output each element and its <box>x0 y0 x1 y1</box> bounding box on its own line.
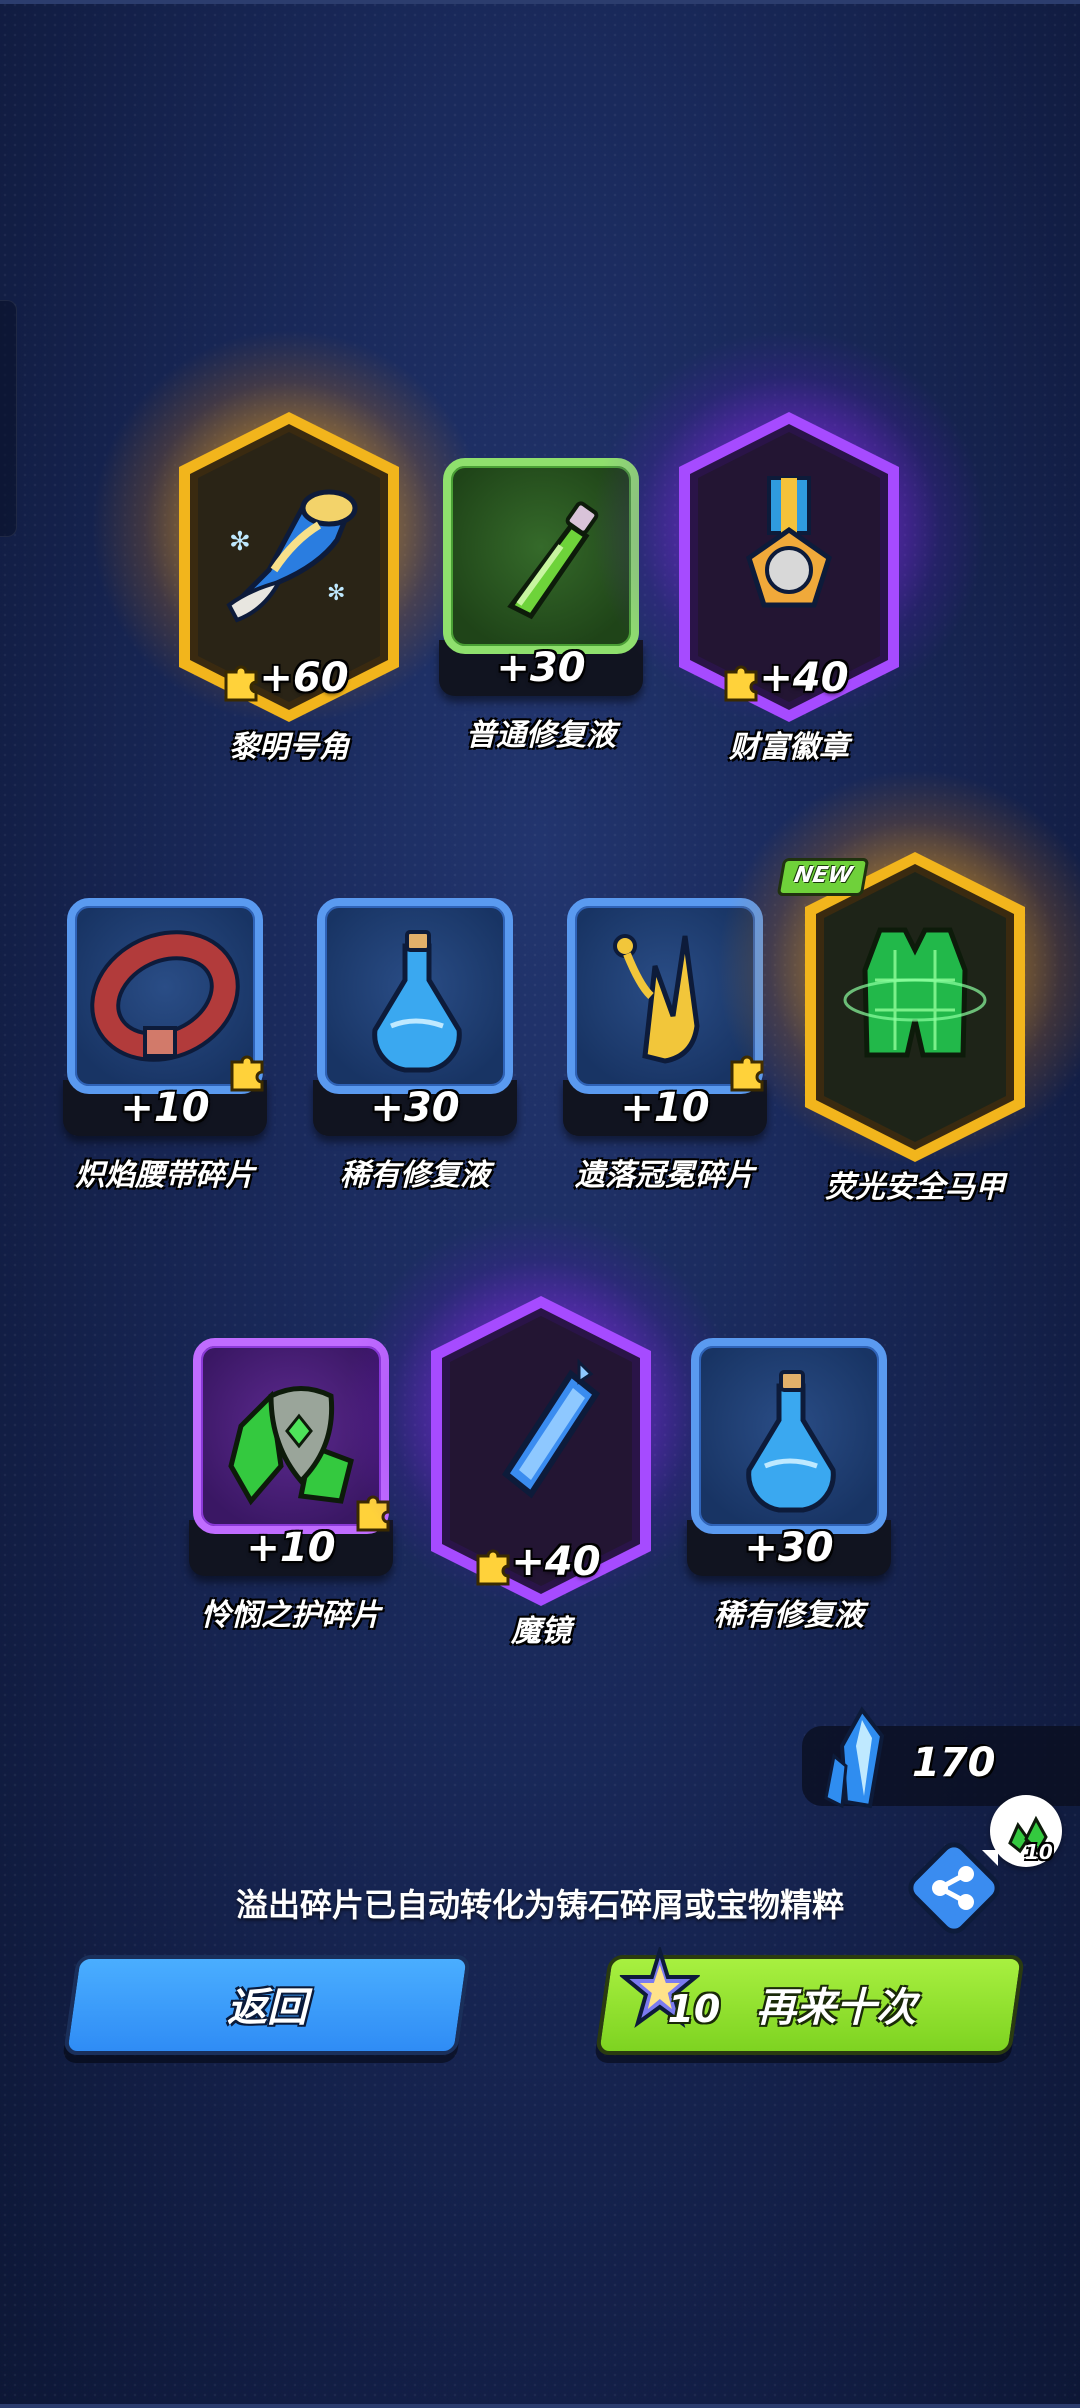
reward-card-glow-vest[interactable]: NEW 荧光安全马甲 <box>710 762 1080 1205</box>
shard-puzzle-icon <box>356 1495 390 1532</box>
shield-gem-icon <box>228 1386 354 1506</box>
reward-amount: +10 <box>620 1085 710 1131</box>
reward-amount: +30 <box>744 1525 834 1571</box>
belt-icon <box>90 930 240 1062</box>
shard-puzzle-icon <box>730 1055 764 1092</box>
back-button[interactable]: 返回 <box>62 1955 472 2055</box>
top-strip <box>0 0 1080 4</box>
svg-text:✻: ✻ <box>327 581 345 606</box>
reward-amount: +30 <box>496 645 586 691</box>
reward-amount: +30 <box>370 1085 460 1131</box>
reward-amount: +10 <box>246 1525 336 1571</box>
horn-icon: ✻ ✻ <box>226 489 358 623</box>
reward-card-rare-repair[interactable]: +30 稀有修复液 <box>300 858 530 1198</box>
mirror-icon <box>502 1358 600 1499</box>
currency-value: 170 <box>912 1740 996 1786</box>
draw-cost: 10 <box>667 1987 721 2031</box>
new-badge: NEW <box>776 858 870 896</box>
reward-card-lost-crown[interactable]: +10 遗落冠冕碎片 <box>550 858 780 1198</box>
shard-puzzle-icon <box>230 1055 264 1092</box>
medal-icon <box>746 476 832 608</box>
reward-amount: +40 <box>759 655 849 701</box>
currency-display: 170 <box>802 1706 1080 1809</box>
bubble-count: 10 <box>1025 1840 1053 1864</box>
reward-name: 荧光安全马甲 <box>825 1170 1005 1205</box>
reward-card-common-repair[interactable]: +30 普通修复液 <box>426 418 656 758</box>
bubble-tail <box>982 1850 998 1866</box>
side-tab[interactable] <box>0 300 17 537</box>
crystal-icon <box>824 1706 885 1809</box>
potion-icon <box>507 501 599 620</box>
reward-card-wealth-medal[interactable]: +40 财富徽章 <box>584 322 994 765</box>
reward-card-flame-belt[interactable]: +10 炽焰腰带碎片 <box>50 858 280 1198</box>
bottom-strip <box>0 2404 1080 2408</box>
potion-icon <box>746 1370 836 1513</box>
reward-amount: +40 <box>511 1539 601 1585</box>
crown-icon <box>613 934 700 1064</box>
reward-amount: +60 <box>259 655 349 701</box>
reward-card-magic-mirror[interactable]: +40 魔镜 <box>336 1206 746 1649</box>
vest-icon <box>843 927 987 1058</box>
reward-name: 财富徽章 <box>729 730 849 765</box>
reward-name: 稀有修复液 <box>714 1598 864 1633</box>
reward-card-mercy-guard[interactable]: +10 怜悯之护碎片 <box>176 1298 406 1638</box>
potion-icon <box>372 930 462 1073</box>
draw-ten-again-button[interactable]: 10 再来十次 <box>594 1947 1026 2055</box>
reward-card-rare-repair-2[interactable]: +30 稀有修复液 <box>674 1298 904 1638</box>
svg-text:✻: ✻ <box>229 527 251 557</box>
reward-amount: +10 <box>120 1085 210 1131</box>
reward-card-dawn-horn[interactable]: ✻ ✻ +60 黎明号角 <box>84 322 494 765</box>
overflow-notice: 溢出碎片已自动转化为铸石碎屑或宝物精粹 <box>235 1886 844 1924</box>
draw-ten-again-label: 再来十次 <box>756 1985 917 2031</box>
back-button-label: 返回 <box>227 1985 308 2031</box>
